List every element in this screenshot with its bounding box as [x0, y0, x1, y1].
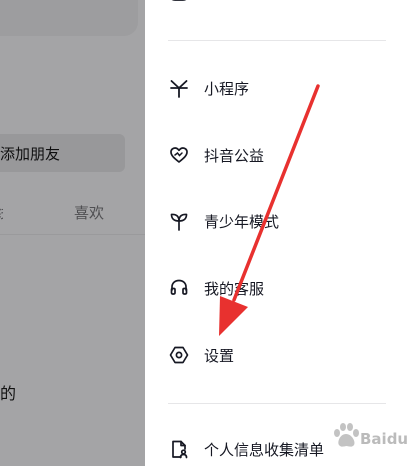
menu-item-label: 抖音公益 [204, 146, 265, 165]
charity-icon [168, 144, 190, 166]
menu-divider [168, 403, 386, 404]
menu-item-teen-mode[interactable]: 青少年模式 [145, 199, 412, 243]
mini-program-icon [168, 77, 190, 99]
teen-mode-icon [168, 210, 190, 232]
menu-item-label: 个人信息收集清单 [204, 440, 325, 459]
profile-header-card [0, 0, 138, 36]
profile-panel-dimmed: 添加朋友 线 喜欢 的 [0, 0, 145, 466]
tab-divider [0, 234, 145, 235]
baidu-paw-logo: Baidu 经验 [334, 423, 412, 448]
add-friend-label: 添加朋友 [0, 144, 61, 163]
watermark-text: Baidu 经验 [360, 430, 408, 448]
menu-divider [168, 40, 386, 41]
settings-icon [168, 344, 190, 366]
tab-partial[interactable]: 线 [0, 202, 3, 223]
menu-item-top-icon [171, 0, 187, 1]
menu-item-customer-service[interactable]: 我的客服 [145, 266, 412, 310]
profile-text-fragment: 的 [0, 384, 17, 403]
menu-item-charity[interactable]: 抖音公益 [145, 133, 412, 177]
menu-item-mini-program[interactable]: 小程序 [145, 66, 412, 110]
baidu-watermark: Baidu 经验 [330, 414, 412, 458]
tab-like[interactable]: 喜欢 [74, 202, 104, 223]
menu-item-settings[interactable]: 设置 [145, 333, 412, 377]
side-menu: 小程序 抖音公益 青少年模式 我的客服 设置 个人信息收集清单 [145, 0, 412, 466]
menu-item-label: 设置 [204, 346, 235, 365]
add-friend-button[interactable]: 添加朋友 [0, 134, 125, 172]
customer-service-icon [168, 277, 190, 299]
menu-item-label: 青少年模式 [204, 212, 280, 231]
menu-item-label: 小程序 [204, 79, 250, 98]
menu-item-label: 我的客服 [204, 279, 265, 298]
personal-info-list-icon [168, 438, 190, 460]
